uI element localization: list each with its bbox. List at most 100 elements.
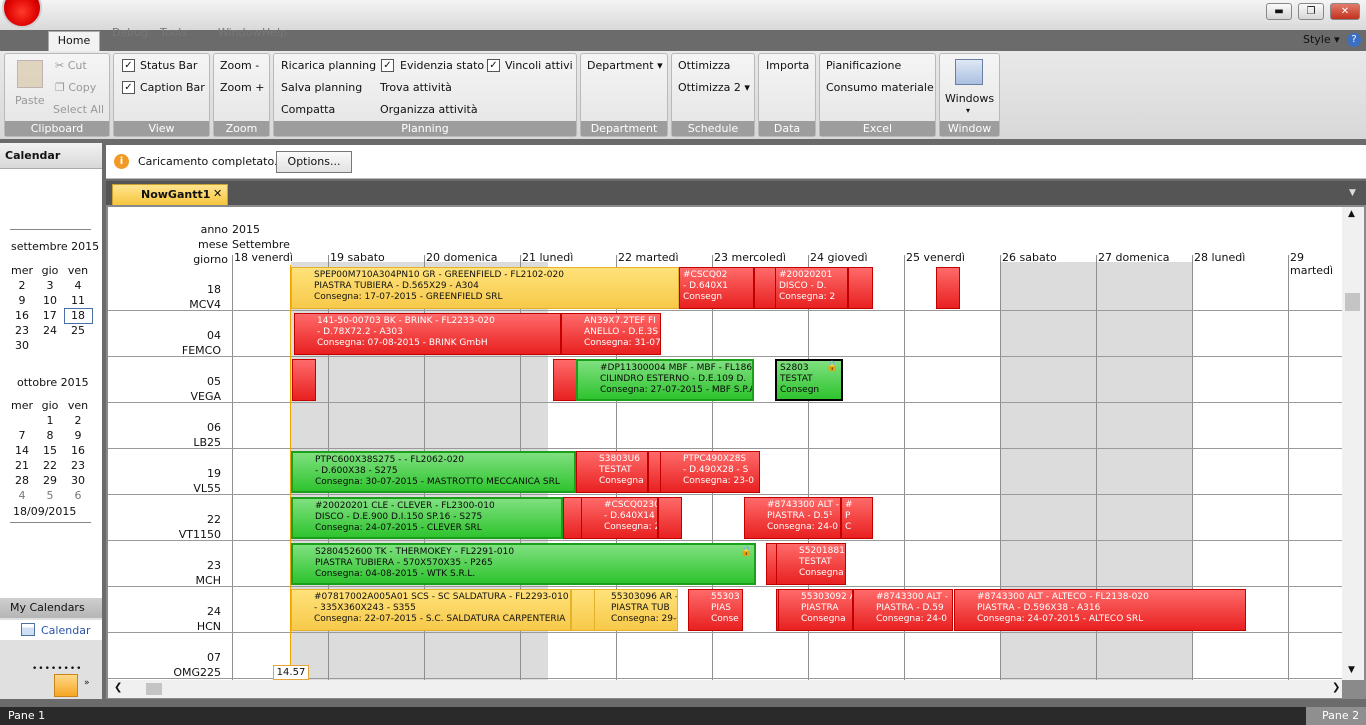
optimize-2-dropdown[interactable]: Ottimizza 2 ▾	[678, 81, 750, 94]
day-cell[interactable]: 4	[64, 278, 92, 293]
task-bar-segment[interactable]	[292, 359, 316, 401]
zoom-out-button[interactable]: Zoom -	[220, 59, 259, 72]
copy-button[interactable]: ❐ Copy	[55, 81, 96, 94]
day-cell[interactable]: 15	[36, 443, 64, 458]
day-cell[interactable]: 16	[64, 443, 92, 458]
day-cell[interactable]: 17	[36, 308, 64, 323]
day-cell-next-month[interactable]: 4	[8, 488, 36, 503]
planning-export-button[interactable]: Pianificazione	[826, 59, 901, 72]
close-icon[interactable]: ✕	[213, 187, 222, 200]
status-bar-checkbox[interactable]: ✓	[122, 59, 135, 72]
task-bar[interactable]: S280452600 TK - THERMOKEY - FL2291-010 PI…	[291, 543, 756, 585]
task-bar[interactable]: 55303092 A PIASTRA Consegna	[778, 589, 853, 631]
splitter-grip[interactable]: ••••••••	[32, 664, 82, 674]
task-bar[interactable]: 141-50-00703 BK - BRINK - FL2233-020- D.…	[294, 313, 561, 355]
task-bar[interactable]: # P C	[841, 497, 873, 539]
day-cell[interactable]: 1	[36, 413, 64, 428]
select-all-button[interactable]: Select All	[53, 103, 104, 116]
close-infobar-icon[interactable]: ✕	[1347, 148, 1358, 163]
day-cell-next-month[interactable]: 6	[64, 488, 92, 503]
task-bar[interactable]: 55303 PIAS Conse	[688, 589, 743, 631]
menu-help[interactable]: Help	[262, 26, 287, 39]
vertical-scrollbar[interactable]: ▲ ▼	[1342, 207, 1364, 680]
horizontal-scrollbar[interactable]: ❮ ❯	[108, 680, 1342, 698]
task-bar[interactable]: SPEP00M710A304PN10 GR - GREENFIELD - FL2…	[291, 267, 679, 309]
task-bar[interactable]: #20020201 CLE - CLEVER - FL2300-010 DISCO…	[291, 497, 563, 539]
caption-bar-checkbox[interactable]: ✓	[122, 81, 135, 94]
gantt-chart[interactable]: anno 2015 mese Settembre giorno 18 vener…	[108, 207, 1342, 680]
task-bar[interactable]: #07817002A005A01 SCS - SC SALDATURA - FL…	[291, 589, 571, 631]
day-cell[interactable]: 8	[36, 428, 64, 443]
day-cell[interactable]: 23	[64, 458, 92, 473]
style-menu[interactable]: Style ▾	[1303, 33, 1340, 46]
month-title[interactable]: settembre 2015	[11, 240, 99, 253]
day-cell[interactable]: 9	[64, 428, 92, 443]
day-cell[interactable]: 23	[8, 323, 36, 338]
scroll-thumb[interactable]	[146, 683, 162, 695]
day-cell-selected[interactable]: 18	[63, 307, 93, 324]
menu-window[interactable]: Window	[218, 26, 261, 39]
task-bar[interactable]: #8743300 ALT - ALTECO - FL2138-020 PIASTR…	[954, 589, 1246, 631]
calendar-list-item[interactable]: Calendar	[41, 624, 90, 637]
task-bar[interactable]: #8743300 ALT - PIASTRA - D.5¹ Consegna: 24…	[744, 497, 841, 539]
minimize-button[interactable]: ▬	[1266, 3, 1292, 20]
task-bar[interactable]: PTPC600X38S275 - - FL2062-020 - D.600X38…	[291, 451, 576, 493]
active-constraints-checkbox[interactable]: ✓	[487, 59, 500, 72]
task-bar[interactable]: PTPC490X28S - D.490X28 - S Consegna: 23-0	[660, 451, 760, 493]
day-cell[interactable]: 24	[36, 323, 64, 338]
material-consumption-button[interactable]: Consumo materiale	[826, 81, 934, 94]
scroll-down-icon[interactable]: ▼	[1348, 665, 1355, 675]
day-cell[interactable]: 2	[64, 413, 92, 428]
task-bar[interactable]: #CSCQ02- D.640X1 Consegn	[679, 267, 754, 309]
task-bar-segment[interactable]	[571, 589, 595, 631]
options-button[interactable]: Options...	[276, 151, 352, 173]
tab-home[interactable]: Home	[48, 31, 100, 51]
task-bar-segment[interactable]	[848, 267, 873, 309]
day-cell[interactable]: 3	[36, 278, 64, 293]
scroll-thumb[interactable]	[1345, 293, 1360, 311]
calendar-nav-icon[interactable]	[54, 674, 78, 697]
day-cell-next-month[interactable]: 5	[36, 488, 64, 503]
day-cell[interactable]: 14	[8, 443, 36, 458]
day-cell[interactable]: 29	[36, 473, 64, 488]
day-cell[interactable]: 22	[36, 458, 64, 473]
cut-button[interactable]: ✂ Cut	[55, 59, 87, 72]
task-bar-segment[interactable]	[658, 497, 682, 539]
menu-debug[interactable]: Debug	[112, 26, 148, 39]
task-bar[interactable]: 55303096 AR - PIASTRA TUB Consegna: 29-0	[588, 589, 678, 631]
day-cell[interactable]: 9	[8, 293, 36, 308]
day-cell[interactable]: 7	[8, 428, 36, 443]
scroll-left-icon[interactable]: ❮	[114, 682, 122, 693]
day-cell[interactable]: 21	[8, 458, 36, 473]
windows-button[interactable]: Windows	[945, 92, 994, 105]
scroll-up-icon[interactable]: ▲	[1348, 209, 1355, 219]
import-button[interactable]: Importa	[766, 59, 809, 72]
task-bar[interactable]: S3803U6 TESTAT Consegna	[576, 451, 648, 493]
find-activity-button[interactable]: Trova attività	[380, 81, 452, 94]
close-button[interactable]: ✕	[1330, 3, 1360, 20]
overflow-chevron-icon[interactable]: »	[84, 678, 90, 688]
day-cell[interactable]: 10	[36, 293, 64, 308]
compact-button[interactable]: Compatta	[281, 103, 335, 116]
help-icon[interactable]: ?	[1347, 33, 1361, 47]
my-calendars-header[interactable]: My Calendars	[0, 598, 102, 618]
highlight-state-checkbox[interactable]: ✓	[381, 59, 394, 72]
tab-menu-chevron-icon[interactable]: ▼	[1349, 188, 1356, 198]
task-bar[interactable]: #20020201 DISCO - D. Consegna: 2	[775, 267, 848, 309]
paste-button[interactable]: Paste	[15, 94, 45, 107]
task-bar[interactable]: #CSCQ0230 - D.640X14 -Consegna: 24	[581, 497, 658, 539]
day-cell[interactable]: 30	[64, 473, 92, 488]
task-bar[interactable]: S5201881 TESTAT Consegna	[776, 543, 846, 585]
reload-planning-button[interactable]: Ricarica planning	[281, 59, 376, 72]
month-title[interactable]: ottobre 2015	[17, 376, 89, 389]
day-cell[interactable]: 30	[8, 338, 36, 353]
department-dropdown[interactable]: Department ▾	[587, 59, 663, 72]
document-tab[interactable]: NowGantt1 ✕	[112, 184, 228, 205]
day-cell[interactable]: 25	[64, 323, 92, 338]
menu-tools[interactable]: Tools	[160, 26, 187, 39]
optimize-button[interactable]: Ottimizza	[678, 59, 730, 72]
save-planning-button[interactable]: Salva planning	[281, 81, 362, 94]
task-bar[interactable]: AN39X7.2TEF FI ANELLO - D.E.3S Consegna: 3…	[561, 313, 661, 355]
task-bar[interactable]: #8743300 ALT - PIASTRA - D.59 Consegna: 24…	[853, 589, 953, 631]
restore-button[interactable]: ❐	[1298, 3, 1324, 20]
